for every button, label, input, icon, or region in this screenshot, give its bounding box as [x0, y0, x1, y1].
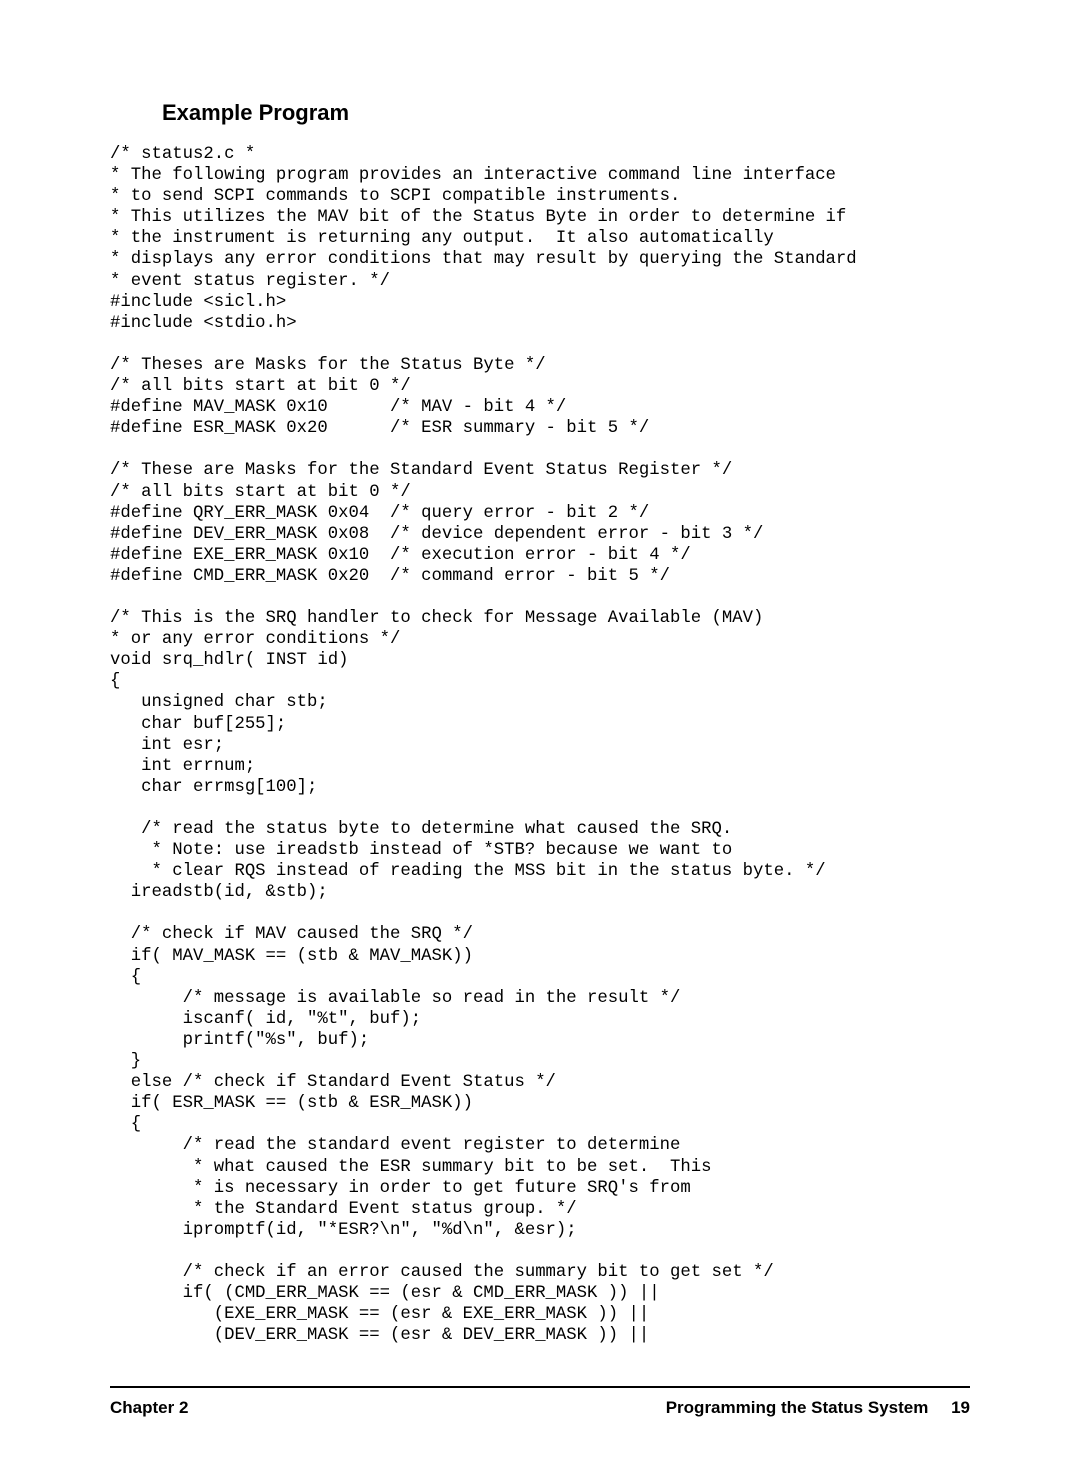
- footer-title: Programming the Status System: [666, 1398, 929, 1417]
- code-listing: /* status2.c * * The following program p…: [110, 144, 970, 1346]
- section-heading: Example Program: [162, 100, 970, 126]
- footer-row: Chapter 2 Programming the Status System …: [110, 1398, 970, 1418]
- page-number: 19: [951, 1398, 970, 1417]
- footer-rule: [110, 1386, 970, 1388]
- footer-left: Chapter 2: [110, 1398, 188, 1418]
- page-footer: Chapter 2 Programming the Status System …: [110, 1346, 970, 1418]
- page: Example Program /* status2.c * * The fol…: [0, 0, 1080, 1478]
- footer-right: Programming the Status System 19: [666, 1398, 970, 1418]
